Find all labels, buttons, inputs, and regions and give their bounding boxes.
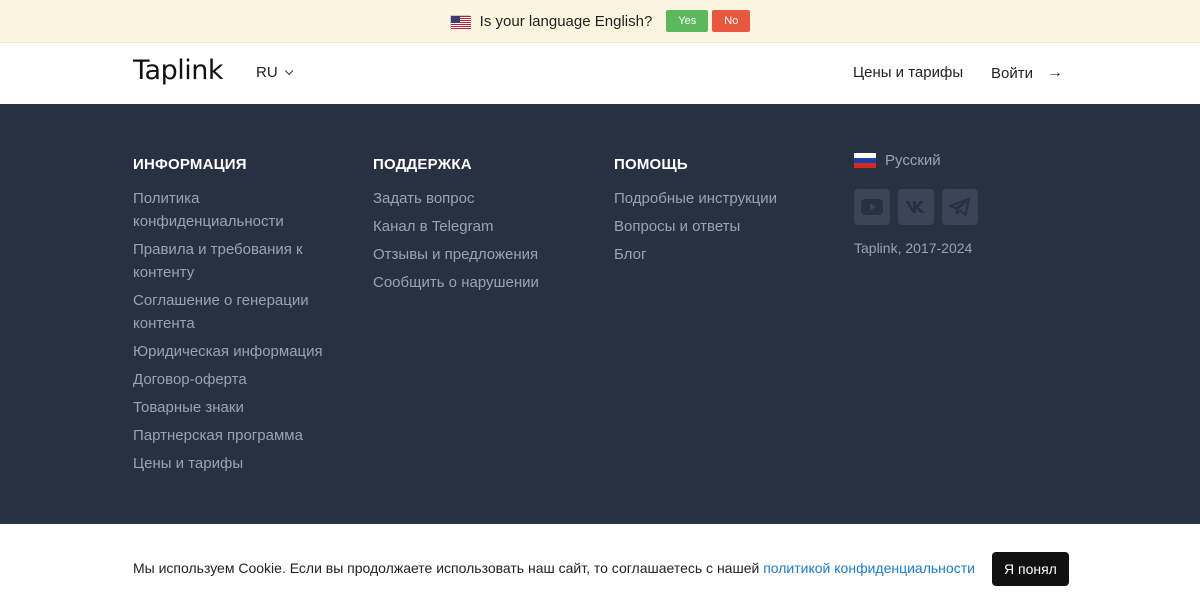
cookie-accept-button[interactable]: Я понял (992, 552, 1069, 586)
footer-column-help: ПОМОЩЬ Подробные инструкции Вопросы и от… (614, 156, 834, 271)
cookie-message: Мы используем Cookie. Если вы продолжает… (133, 560, 760, 576)
footer-link-legal-info[interactable]: Юридическая информация (133, 340, 343, 363)
login-link[interactable]: Войти → (991, 64, 1063, 82)
footer-column-information: ИНФОРМАЦИЯ Политика конфиденциальности П… (133, 156, 343, 480)
language-selector[interactable]: RU (256, 64, 294, 81)
language-yes-button[interactable]: Yes (666, 10, 709, 32)
footer-link-ask-question[interactable]: Задать вопрос (373, 187, 593, 210)
youtube-icon[interactable] (854, 189, 890, 225)
login-label: Войти (991, 64, 1033, 82)
language-suggestion-bar: Is your language English? Yes No (0, 0, 1200, 43)
footer-link-feedback[interactable]: Отзывы и предложения (373, 243, 593, 266)
footer-column-meta: Русский Taplink, 2017-2024 (854, 152, 1074, 256)
vk-icon[interactable] (898, 189, 934, 225)
nav-prices-link[interactable]: Цены и тарифы (853, 64, 963, 81)
footer-link-privacy-policy[interactable]: Политика конфиденциальности (133, 187, 343, 233)
language-question: Is your language English? (479, 12, 653, 30)
footer-link-instructions[interactable]: Подробные инструкции (614, 187, 834, 210)
footer-link-telegram-channel[interactable]: Канал в Telegram (373, 215, 593, 238)
footer-link-prices[interactable]: Цены и тарифы (133, 452, 343, 475)
footer-column-support: ПОДДЕРЖКА Задать вопрос Канал в Telegram… (373, 156, 593, 299)
footer-link-trademarks[interactable]: Товарные знаки (133, 396, 343, 419)
footer-link-content-rules[interactable]: Правила и требования к контенту (133, 238, 343, 284)
privacy-policy-link[interactable]: политикой конфиденциальности (763, 560, 975, 576)
site-header: Taplink RU Цены и тарифы Войти → (0, 43, 1200, 104)
cookie-banner: Мы используем Cookie. Если вы продолжает… (0, 538, 1200, 600)
us-flag-icon (449, 14, 471, 29)
site-footer: ИНФОРМАЦИЯ Политика конфиденциальности П… (0, 104, 1200, 524)
footer-language-selector[interactable]: Русский (854, 152, 1074, 169)
social-links (854, 189, 1074, 225)
copyright-text: Taplink, 2017-2024 (854, 240, 973, 256)
footer-link-report-violation[interactable]: Сообщить о нарушении (373, 271, 593, 294)
russia-flag-icon (854, 153, 876, 168)
language-no-button[interactable]: No (712, 10, 751, 32)
footer-column-title: ПОМОЩЬ (614, 156, 688, 173)
language-selector-label: RU (256, 64, 278, 81)
footer-link-content-generation[interactable]: Соглашение о генерации контента (133, 289, 343, 335)
footer-language-label: Русский (885, 152, 941, 169)
chevron-down-icon (284, 66, 294, 75)
footer-link-blog[interactable]: Блог (614, 243, 834, 266)
telegram-icon[interactable] (942, 189, 978, 225)
footer-column-title: ИНФОРМАЦИЯ (133, 156, 247, 173)
footer-column-title: ПОДДЕРЖКА (373, 156, 472, 173)
footer-link-faq[interactable]: Вопросы и ответы (614, 215, 834, 238)
footer-link-partner-program[interactable]: Партнерская программа (133, 424, 343, 447)
logo[interactable]: Taplink (133, 55, 223, 86)
footer-link-offer[interactable]: Договор-оферта (133, 368, 343, 391)
cookie-text: Мы используем Cookie. Если вы продолжает… (133, 560, 975, 576)
arrow-right-icon: → (1046, 64, 1063, 81)
